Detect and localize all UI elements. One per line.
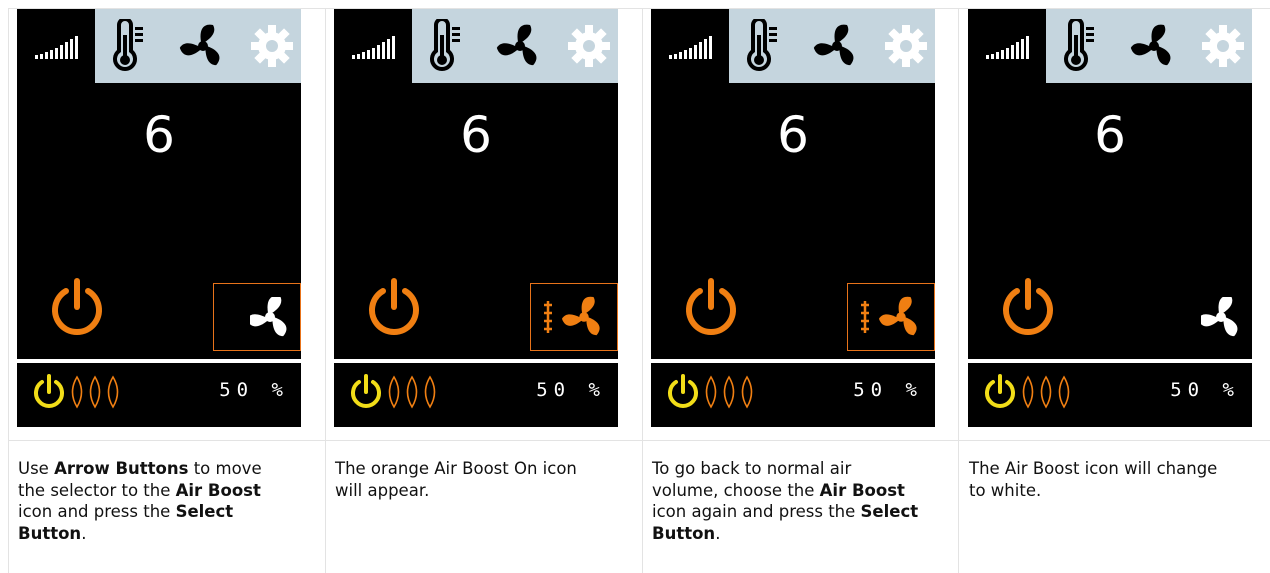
status-bar: 50 % [651,363,935,427]
power-icon[interactable] [47,277,107,339]
power-icon[interactable] [364,277,424,339]
power-status-icon [985,374,1015,408]
caption-text: The Air Boost icon will change to white. [969,459,1218,500]
air-boost-on-icon [861,296,917,336]
power-status-icon [668,374,698,408]
step-caption-4: The Air Boost icon will change to white. [969,458,1239,501]
menu-bar [968,9,1252,83]
menu-tabs [1046,9,1252,83]
thermometer-icon[interactable] [111,19,145,73]
step-caption-1: Use Arrow Buttons to move the selector t… [18,458,288,544]
tab-speed[interactable] [968,9,1046,83]
table-border [325,9,326,573]
power-icon[interactable] [681,277,741,339]
thermometer-icon[interactable] [1062,19,1096,73]
menu-tabs [412,9,618,83]
signal-icon [986,36,1029,59]
thermometer-icon[interactable] [745,19,779,73]
fan-speed-value: 6 [143,106,175,164]
table-border [958,9,959,573]
table-border [642,9,643,573]
caption-emphasis: Air Boost [175,480,261,500]
device-screen-3: 6 50 % [651,9,935,427]
signal-icon [35,36,78,59]
percent-readout: 50 % [219,379,289,401]
air-boost-on-icon [544,296,600,336]
percent-readout: 50 % [1170,379,1240,401]
caption-text: . [715,523,721,543]
caption-text: icon and press the [18,502,176,521]
air-boost-button[interactable] [1164,283,1252,351]
tab-speed[interactable] [334,9,412,83]
table-border-left [8,9,9,573]
air-boost-icon [250,297,287,337]
fan-icon[interactable] [1130,22,1178,70]
caption-text: The orange Air Boost On icon will appear… [335,459,577,500]
menu-tabs [95,9,301,83]
gear-icon[interactable] [885,25,927,67]
device-screen-2: 6 50 % [334,9,618,427]
gear-icon[interactable] [251,25,293,67]
caption-emphasis: Arrow Buttons [54,459,189,478]
humidity-drops-icon [388,375,436,409]
fan-icon[interactable] [179,22,227,70]
menu-bar [334,9,618,83]
percent-readout: 50 % [536,379,606,401]
tab-speed[interactable] [651,9,729,83]
menu-bar [651,9,935,83]
thermometer-icon[interactable] [428,19,462,73]
power-status-icon [34,374,64,408]
step-caption-2: The orange Air Boost On icon will appear… [335,458,605,501]
fan-icon[interactable] [813,22,861,70]
signal-icon [352,36,395,59]
air-boost-button[interactable] [847,283,935,351]
humidity-drops-icon [71,375,119,409]
fan-speed-value: 6 [460,106,492,164]
humidity-drops-icon [1022,375,1070,409]
status-bar: 50 % [968,363,1252,427]
table-row-divider [8,440,1270,441]
power-status-icon [351,374,381,408]
caption-text: icon again and press the [652,502,861,521]
device-screen-4: 6 50 % [968,9,1252,427]
tab-speed[interactable] [17,9,95,83]
caption-text: Use [18,459,55,478]
power-icon[interactable] [998,277,1058,339]
fan-icon[interactable] [496,22,544,70]
signal-icon [669,36,712,59]
air-boost-button[interactable] [530,283,618,351]
menu-bar [17,9,301,83]
gear-icon[interactable] [1202,25,1244,67]
fan-speed-value: 6 [777,106,809,164]
fan-speed-value: 6 [1094,106,1126,164]
status-bar: 50 % [17,363,301,427]
device-screen-1: 6 50 % [17,9,301,427]
step-caption-3: To go back to normal air volume, choose … [652,458,922,544]
humidity-drops-icon [705,375,753,409]
air-boost-button[interactable] [213,283,301,351]
menu-tabs [729,9,935,83]
caption-text: . [81,523,87,543]
gear-icon[interactable] [568,25,610,67]
status-bar: 50 % [334,363,618,427]
caption-emphasis: Air Boost [819,480,905,500]
air-boost-icon [1201,297,1238,337]
percent-readout: 50 % [853,379,923,401]
